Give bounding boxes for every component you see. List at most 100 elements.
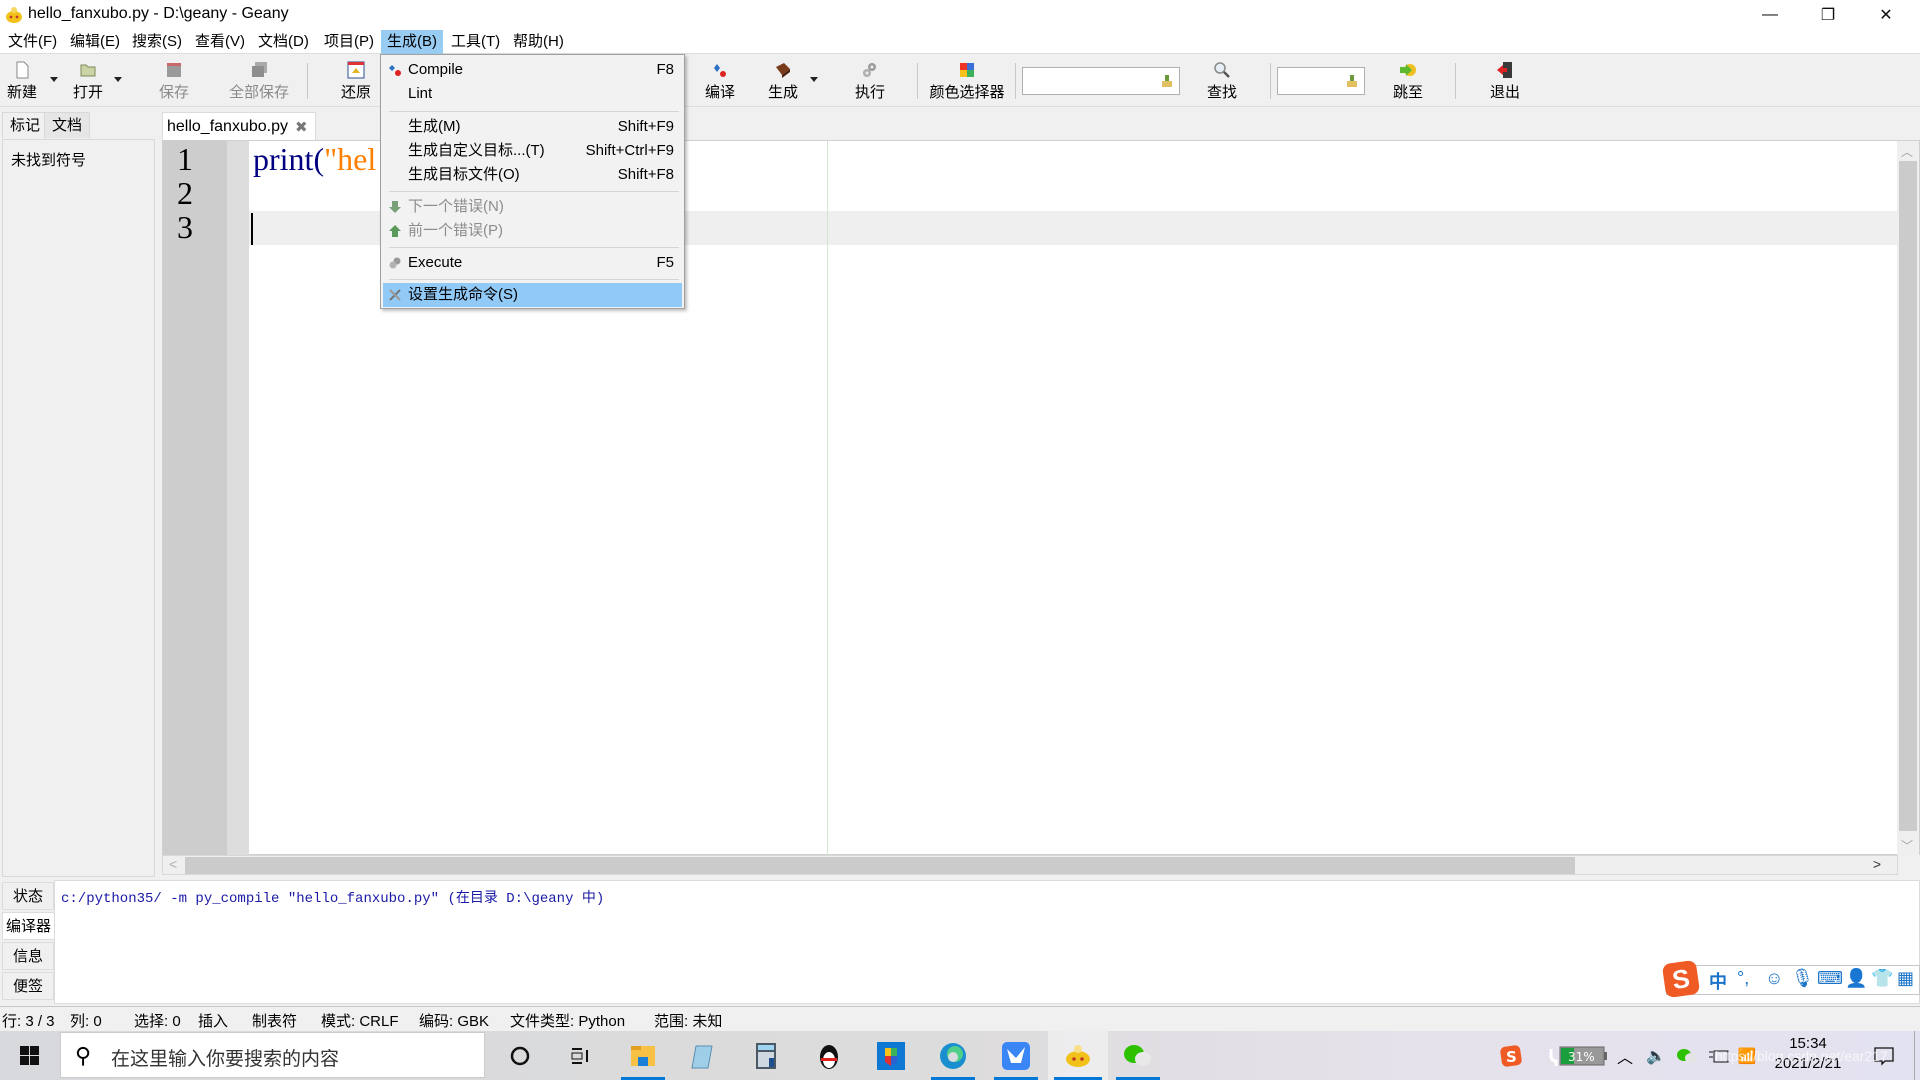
taskbar-edge[interactable]	[925, 1031, 981, 1080]
taskbar-qq[interactable]	[801, 1031, 857, 1080]
msg-tab-status[interactable]: 状态	[2, 882, 54, 910]
horizontal-scroll-thumb[interactable]	[185, 857, 1575, 874]
maximize-button[interactable]: ❐	[1799, 0, 1857, 30]
keyboard-icon[interactable]: ⌨	[1817, 968, 1843, 989]
taskbar-app-store[interactable]	[863, 1031, 919, 1080]
open-button[interactable]: 打开	[70, 59, 106, 105]
save-all-button[interactable]: 全部保存	[227, 59, 291, 105]
document-tab[interactable]: hello_fanxubo.py ✖	[162, 112, 316, 140]
minimize-button[interactable]: —	[1741, 0, 1799, 30]
document-tab-label: hello_fanxubo.py	[167, 118, 288, 135]
tray-battery[interactable]: 31%	[1548, 1031, 1612, 1080]
build-button[interactable]: 生成	[765, 59, 801, 105]
menu-build[interactable]: 生成(B)	[381, 30, 443, 54]
menu-edit[interactable]: 编辑(E)	[64, 30, 126, 54]
scroll-right-icon[interactable]: >	[1873, 856, 1881, 872]
emoji-icon[interactable]: ☺	[1765, 968, 1783, 989]
tools-icon	[389, 289, 401, 301]
taskbar-search-box[interactable]: ⚲ 在这里输入你要搜索的内容	[60, 1032, 485, 1078]
start-button[interactable]	[0, 1031, 60, 1080]
cortana-circle-icon	[510, 1046, 530, 1065]
search-input[interactable]	[1022, 67, 1180, 95]
tray-sogou[interactable]: S	[1496, 1031, 1526, 1080]
ime-punct-toggle[interactable]: °,	[1737, 968, 1749, 989]
menu-item-make-object[interactable]: 生成目标文件(O) Shift+F8	[383, 163, 682, 187]
text-caret	[251, 213, 253, 245]
scroll-up-icon[interactable]: ︿	[1901, 143, 1913, 160]
horizontal-scrollbar[interactable]: < >	[162, 855, 1898, 875]
tray-volume[interactable]: 🔈	[1642, 1031, 1670, 1080]
clear-search-icon[interactable]	[1161, 74, 1173, 88]
store-icon	[877, 1041, 905, 1070]
taskbar-wechat[interactable]	[1110, 1031, 1166, 1080]
file-explorer-icon	[631, 1045, 655, 1066]
notepad-icon	[691, 1045, 713, 1068]
find-button[interactable]: 查找	[1204, 59, 1240, 105]
ime-toolbar: S 中 °, ☺ 🎙 ⌨ 👤 👕 ▦	[1661, 959, 1920, 999]
scroll-down-icon[interactable]: ﹀	[1901, 837, 1913, 854]
taskbar-geany[interactable]	[1048, 1031, 1108, 1080]
ime-lang-toggle[interactable]: 中	[1709, 968, 1727, 994]
new-button[interactable]: 新建	[4, 59, 40, 105]
color-picker-button[interactable]: 颜色选择器	[928, 59, 1006, 105]
menu-file[interactable]: 文件(F)	[2, 30, 63, 54]
tray-wechat[interactable]	[1672, 1031, 1702, 1080]
vertical-scroll-thumb[interactable]	[1899, 161, 1917, 831]
toolbar: 新建 打开 保存 全部保存 还原 编译 生成 执行 颜色选择器 查找 跳至 退出	[0, 55, 1920, 107]
goto-line-input[interactable]	[1277, 67, 1365, 95]
tray-show-hidden-icons[interactable]: ︿	[1612, 1031, 1638, 1080]
menu-document[interactable]: 文档(D)	[252, 30, 315, 54]
menu-item-execute[interactable]: Execute F5	[383, 251, 682, 275]
grid-icon[interactable]: ▦	[1897, 968, 1914, 989]
compiler-output-line: c:/python35/ -m py_compile "hello_fanxub…	[61, 891, 605, 907]
taskbar-notepad[interactable]	[676, 1031, 732, 1080]
menu-project[interactable]: 项目(P)	[318, 30, 380, 54]
menu-item-compile[interactable]: Compile F8	[383, 58, 682, 82]
taskbar-calculator[interactable]	[738, 1031, 794, 1080]
restore-icon: ❐	[1820, 7, 1836, 24]
compiler-output[interactable]: c:/python35/ -m py_compile "hello_fanxub…	[54, 880, 1920, 1004]
sidebar-tab-documents[interactable]: 文档	[44, 112, 91, 138]
task-view-button[interactable]	[552, 1031, 608, 1080]
scroll-left-icon[interactable]: <	[169, 856, 177, 872]
menu-view[interactable]: 查看(V)	[189, 30, 251, 54]
goto-button[interactable]: 跳至	[1390, 59, 1426, 105]
menu-item-lint[interactable]: Lint	[383, 82, 682, 106]
microphone-icon[interactable]: 🎙	[1791, 968, 1814, 989]
menu-item-next-error[interactable]: 下一个错误(N)	[383, 195, 682, 219]
new-dropdown-arrow[interactable]	[50, 77, 58, 82]
sidebar-tab-symbols[interactable]: 标记	[2, 112, 49, 138]
close-tab-icon[interactable]: ✖	[295, 118, 308, 136]
cortana-button[interactable]	[492, 1031, 548, 1080]
vertical-scrollbar[interactable]: ︿ ﹀	[1897, 141, 1919, 856]
skin-icon[interactable]: 👕	[1871, 968, 1893, 989]
quit-button[interactable]: 退出	[1487, 59, 1523, 105]
menu-search[interactable]: 搜索(S)	[126, 30, 188, 54]
sogou-logo-icon[interactable]: S	[1661, 959, 1701, 999]
menu-item-make-custom-target[interactable]: 生成自定义目标...(T) Shift+Ctrl+F9	[383, 139, 682, 163]
build-brick-icon	[776, 63, 790, 78]
menu-separator	[389, 247, 679, 248]
open-dropdown-arrow[interactable]	[114, 77, 122, 82]
save-button[interactable]: 保存	[156, 59, 192, 105]
close-button[interactable]: ✕	[1857, 0, 1915, 30]
msg-tab-scribble[interactable]: 便签	[2, 972, 54, 1000]
menu-tools[interactable]: 工具(T)	[445, 30, 506, 54]
menu-item-make[interactable]: 生成(M) Shift+F9	[383, 115, 682, 139]
taskbar-file-explorer[interactable]	[615, 1031, 671, 1080]
show-desktop-button[interactable]	[1914, 1031, 1920, 1080]
msg-tab-compiler[interactable]: 编译器	[2, 912, 54, 940]
status-insert-mode: 插入	[198, 1013, 229, 1030]
msg-tab-messages[interactable]: 信息	[2, 942, 54, 970]
revert-button[interactable]: 还原	[338, 59, 374, 105]
user-icon[interactable]: 👤	[1845, 968, 1867, 989]
menu-help[interactable]: 帮助(H)	[507, 30, 570, 54]
build-dropdown-arrow[interactable]	[810, 77, 818, 82]
menu-item-set-build-commands[interactable]: 设置生成命令(S)	[383, 283, 682, 307]
fold-margin[interactable]	[227, 141, 249, 856]
menu-item-previous-error[interactable]: 前一个错误(P)	[383, 219, 682, 243]
compile-button[interactable]: 编译	[702, 59, 738, 105]
clear-goto-icon[interactable]	[1346, 74, 1358, 88]
execute-button[interactable]: 执行	[852, 59, 888, 105]
taskbar-feishu[interactable]	[988, 1031, 1044, 1080]
